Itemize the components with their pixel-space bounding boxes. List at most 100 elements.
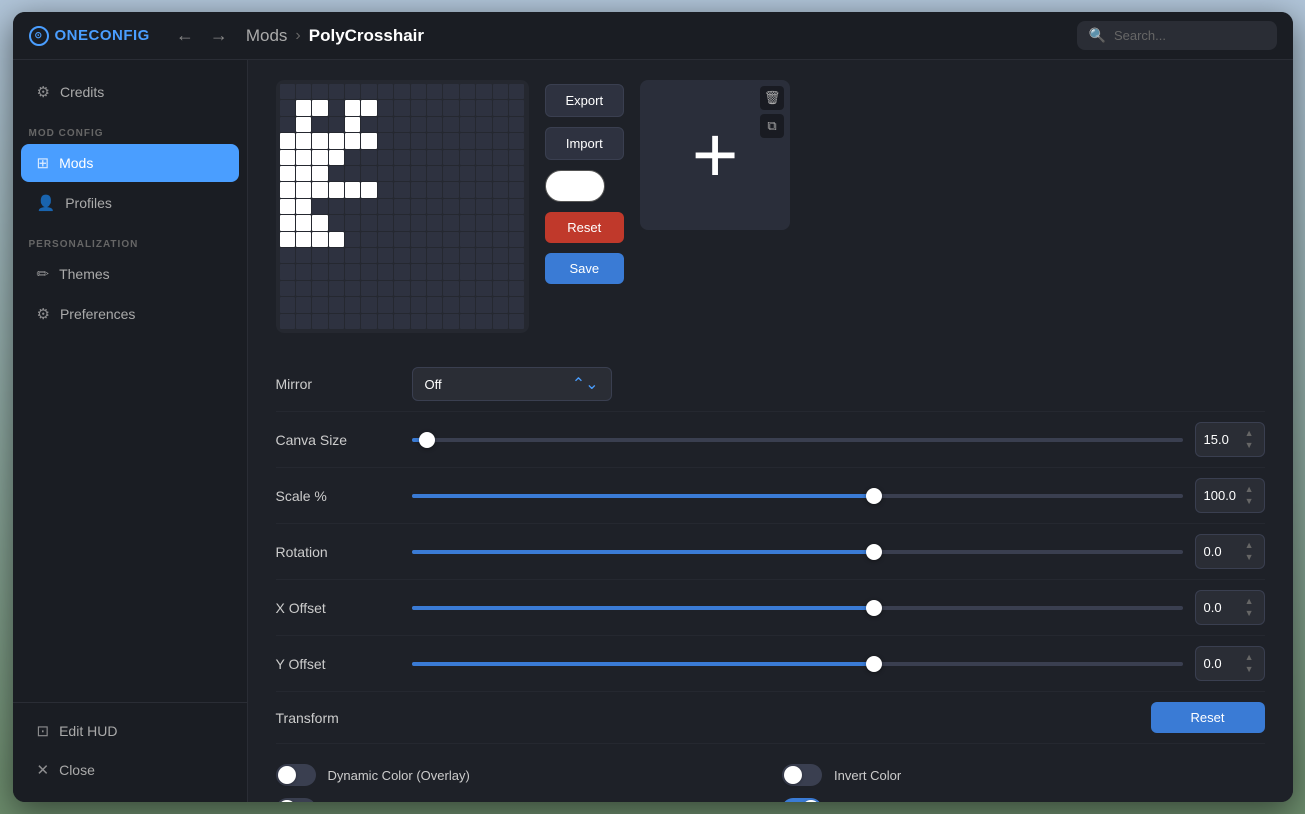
pixel-cell[interactable] (460, 314, 475, 329)
pixel-cell[interactable] (361, 133, 376, 148)
back-button[interactable]: ← (170, 23, 200, 48)
pixel-cell[interactable] (443, 100, 458, 115)
pixel-cell[interactable] (443, 199, 458, 214)
pixel-cell[interactable] (427, 215, 442, 230)
pixel-cell[interactable] (329, 232, 344, 247)
pixel-cell[interactable] (312, 281, 327, 296)
pixel-cell[interactable] (329, 150, 344, 165)
pixel-cell[interactable] (460, 215, 475, 230)
scale-thumb[interactable] (866, 488, 882, 504)
pixel-cell[interactable] (378, 232, 393, 247)
x-offset-up[interactable]: ▲ (1243, 596, 1256, 607)
pixel-cell[interactable] (361, 84, 376, 99)
pixel-cell[interactable] (443, 232, 458, 247)
pixel-cell[interactable] (476, 150, 491, 165)
pixel-cell[interactable] (460, 166, 475, 181)
pixel-cell[interactable] (329, 314, 344, 329)
pixel-cell[interactable] (411, 264, 426, 279)
pixel-cell[interactable] (312, 314, 327, 329)
pixel-cell[interactable] (493, 182, 508, 197)
pixel-cell[interactable] (345, 199, 360, 214)
sidebar-item-credits[interactable]: ⚙ Credits (21, 73, 239, 111)
pixel-cell[interactable] (476, 117, 491, 132)
pixel-cell[interactable] (443, 182, 458, 197)
pixel-cell[interactable] (509, 199, 524, 214)
pixel-cell[interactable] (280, 117, 295, 132)
pixel-cell[interactable] (509, 248, 524, 263)
y-offset-up[interactable]: ▲ (1243, 652, 1256, 663)
pixel-cell[interactable] (312, 182, 327, 197)
pixel-cell[interactable] (460, 297, 475, 312)
pixel-cell[interactable] (329, 117, 344, 132)
pixel-cell[interactable] (361, 166, 376, 181)
transform-reset-button[interactable]: Reset (1151, 702, 1265, 733)
pixel-cell[interactable] (443, 84, 458, 99)
pixel-cell[interactable] (394, 199, 409, 214)
pixel-cell[interactable] (280, 264, 295, 279)
pixel-cell[interactable] (476, 182, 491, 197)
pixel-cell[interactable] (345, 297, 360, 312)
pixel-cell[interactable] (361, 199, 376, 214)
pixel-cell[interactable] (509, 264, 524, 279)
pixel-cell[interactable] (493, 166, 508, 181)
pixel-cell[interactable] (476, 248, 491, 263)
pixel-cell[interactable] (460, 84, 475, 99)
pixel-cell[interactable] (345, 150, 360, 165)
pixel-cell[interactable] (411, 281, 426, 296)
pixel-cell[interactable] (509, 281, 524, 296)
pixel-cell[interactable] (296, 166, 311, 181)
toggle-2[interactable] (276, 798, 316, 802)
pixel-cell[interactable] (378, 297, 393, 312)
pixel-cell[interactable] (361, 248, 376, 263)
pixel-cell[interactable] (312, 133, 327, 148)
pixel-cell[interactable] (493, 199, 508, 214)
pixel-cell[interactable] (493, 84, 508, 99)
canvas-size-thumb[interactable] (419, 432, 435, 448)
pixel-cell[interactable] (427, 281, 442, 296)
pixel-cell[interactable] (345, 232, 360, 247)
pixel-cell[interactable] (476, 297, 491, 312)
x-offset-slider[interactable] (412, 606, 1183, 610)
pixel-cell[interactable] (280, 84, 295, 99)
pixel-cell[interactable] (427, 297, 442, 312)
pixel-cell[interactable] (361, 281, 376, 296)
pixel-cell[interactable] (345, 84, 360, 99)
pixel-cell[interactable] (427, 117, 442, 132)
pixel-cell[interactable] (411, 248, 426, 263)
pixel-cell[interactable] (476, 314, 491, 329)
pixel-cell[interactable] (493, 297, 508, 312)
pixel-cell[interactable] (443, 133, 458, 148)
pixel-cell[interactable] (427, 199, 442, 214)
pixel-cell[interactable] (476, 199, 491, 214)
pixel-cell[interactable] (329, 215, 344, 230)
pixel-cell[interactable] (476, 133, 491, 148)
pixel-cell[interactable] (493, 133, 508, 148)
pixel-cell[interactable] (394, 264, 409, 279)
y-offset-input[interactable]: 0.0 ▲ ▼ (1195, 646, 1265, 681)
y-offset-slider[interactable] (412, 662, 1183, 666)
pixel-cell[interactable] (345, 117, 360, 132)
pixel-cell[interactable] (460, 182, 475, 197)
pixel-cell[interactable] (411, 199, 426, 214)
pixel-cell[interactable] (443, 248, 458, 263)
pixel-cell[interactable] (378, 199, 393, 214)
pixel-cell[interactable] (329, 248, 344, 263)
pixel-cell[interactable] (312, 84, 327, 99)
pixel-cell[interactable] (493, 117, 508, 132)
pixel-cell[interactable] (378, 314, 393, 329)
rotation-up[interactable]: ▲ (1243, 540, 1256, 551)
pixel-cell[interactable] (378, 117, 393, 132)
pixel-cell[interactable] (296, 133, 311, 148)
pixel-cell[interactable] (509, 232, 524, 247)
pixel-cell[interactable] (280, 166, 295, 181)
pixel-cell[interactable] (394, 100, 409, 115)
rotation-slider[interactable] (412, 550, 1183, 554)
pixel-cell[interactable] (493, 100, 508, 115)
pixel-cell[interactable] (329, 281, 344, 296)
x-offset-down[interactable]: ▼ (1243, 608, 1256, 619)
sidebar-item-edit-hud[interactable]: ⊡ Edit HUD (21, 712, 239, 750)
pixel-cell[interactable] (443, 314, 458, 329)
pixel-cell[interactable] (411, 133, 426, 148)
pixel-cell[interactable] (280, 232, 295, 247)
pixel-cell[interactable] (509, 182, 524, 197)
